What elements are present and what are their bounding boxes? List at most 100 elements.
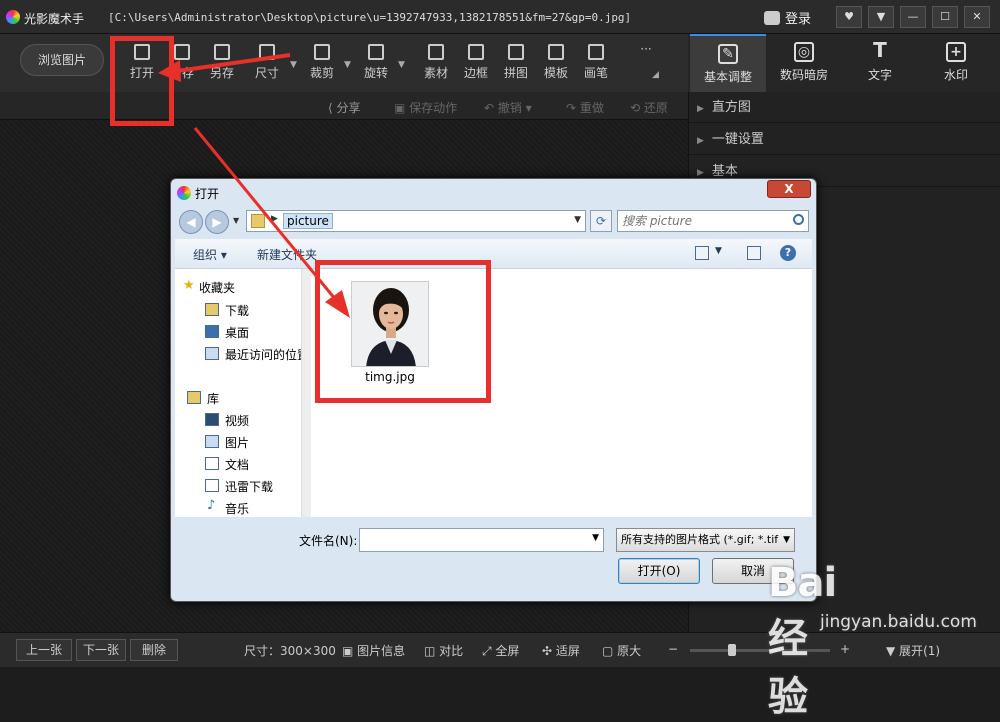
menu-button[interactable]: ▼	[868, 6, 894, 28]
tool-resize[interactable]: 尺寸	[247, 44, 287, 81]
nav-item-video[interactable]: 视频	[225, 412, 249, 429]
forward-button[interactable]: ▶	[205, 210, 229, 234]
nav-item-thunder[interactable]: 迅雷下载	[225, 478, 273, 495]
tool-brush[interactable]: 画笔	[576, 44, 616, 81]
pictures-icon	[205, 435, 219, 448]
tab-text[interactable]: T 文字	[842, 34, 918, 92]
darkroom-icon: ◎	[794, 42, 814, 62]
organize-menu[interactable]: 组织 ▾	[193, 246, 227, 263]
tab-watermark[interactable]: + 水印	[918, 34, 994, 92]
view-dropdown-icon[interactable]: ▼	[715, 246, 722, 256]
history-dropdown-icon[interactable]: ▼	[233, 216, 239, 225]
original-size-button[interactable]: ▢ 原大	[602, 642, 641, 659]
share-button[interactable]: ⟨ 分享	[328, 99, 361, 116]
nav-library[interactable]: 库	[207, 390, 219, 407]
nav-item-recent[interactable]: 最近访问的位置	[225, 346, 309, 363]
breadcrumb-picture[interactable]: picture	[283, 213, 333, 229]
restore-button[interactable]: ⟲ 还原	[630, 99, 668, 116]
command-bar: 组织 ▾ 新建文件夹 ▼ ?	[175, 239, 812, 269]
tab-darkroom[interactable]: ◎ 数码暗房	[766, 34, 842, 92]
address-dropdown-icon[interactable]: ▼	[574, 215, 581, 225]
save-icon	[174, 44, 190, 60]
panel-item-histogram[interactable]: ▶ 直方图	[689, 92, 1000, 123]
documents-icon	[205, 457, 219, 470]
favorites-star-icon: ★	[183, 278, 195, 293]
new-folder-button[interactable]: 新建文件夹	[257, 246, 317, 263]
tool-frame[interactable]: 边框	[456, 44, 496, 81]
prev-image-button[interactable]: 上一张	[16, 639, 72, 661]
minimize-button[interactable]: —	[900, 6, 926, 28]
chevron-right-icon: ▶	[271, 214, 278, 224]
fullscreen-button[interactable]: ⤢ 全屏	[482, 642, 519, 659]
view-mode-icon[interactable]	[695, 246, 709, 260]
text-icon: T	[873, 38, 887, 62]
filename-combobox[interactable]: ▼	[359, 528, 604, 552]
nav-item-pictures[interactable]: 图片	[225, 434, 249, 451]
bottom-bar: 上一张 下一张 删除 尺寸：300×300 ▣ 图片信息 ◫ 对比 ⤢ 全屏 ✣…	[0, 632, 1000, 667]
search-box[interactable]	[617, 210, 809, 232]
zoom-in-icon[interactable]: +	[840, 642, 850, 656]
browse-images-button[interactable]: 浏览图片	[20, 44, 104, 76]
delete-button[interactable]: 删除	[130, 639, 178, 661]
tool-crop[interactable]: 裁剪	[302, 44, 342, 81]
action-bar: ⟨ 分享 ▣ 保存动作 ↶ 撤销 ▾ ↷ 重做 ⟲ 还原	[0, 92, 688, 120]
address-bar[interactable]: ▶ picture ▼	[246, 210, 586, 232]
compare-button[interactable]: ◫ 对比	[424, 642, 463, 659]
recent-places-icon	[205, 347, 219, 360]
nav-favorites[interactable]: 收藏夹	[199, 279, 235, 296]
app-logo-icon	[6, 10, 20, 24]
nav-item-documents[interactable]: 文档	[225, 456, 249, 473]
maximize-button[interactable]: ☐	[932, 6, 958, 28]
login-button[interactable]: 登录	[764, 8, 811, 27]
rotate-dropdown-icon[interactable]: ▼	[398, 60, 405, 70]
resize-dropdown-icon[interactable]: ▼	[290, 60, 297, 70]
zoom-slider-handle[interactable]	[728, 644, 736, 656]
chevron-right-icon: ▶	[697, 136, 704, 146]
redo-button[interactable]: ↷ 重做	[566, 99, 604, 116]
zoom-out-icon[interactable]: −	[668, 642, 678, 656]
tool-template[interactable]: 模板	[536, 44, 576, 81]
close-button[interactable]: ✕	[964, 6, 990, 28]
main-toolbar: 浏览图片 打开 另存 另存 尺寸 ▼ 裁剪 ▼ 旋转 ▼ 素材 边框 拼图 模板…	[0, 34, 688, 92]
crop-dropdown-icon[interactable]: ▼	[344, 60, 351, 70]
expand-button[interactable]: ▼ 展开(1)	[886, 642, 940, 659]
tool-collage[interactable]: 拼图	[496, 44, 536, 81]
folder-icon	[251, 214, 265, 228]
filename-label: 文件名(N):	[299, 534, 358, 548]
file-path: [C:\Users\Administrator\Desktop\picture\…	[108, 11, 632, 24]
search-input[interactable]	[622, 212, 790, 230]
next-image-button[interactable]: 下一张	[76, 639, 126, 661]
tab-basic-adjust[interactable]: ✎ 基本调整	[690, 34, 766, 92]
back-button[interactable]: ◀	[179, 210, 203, 234]
filetype-select[interactable]: 所有支持的图片格式 (*.gif; *.tif ▼	[616, 528, 795, 552]
open-file-dialog: 打开 X ◀ ▶ ▼ ▶ picture ▼ ⟳ 组织 ▾ 新建文件夹 ▼ ? …	[170, 178, 817, 602]
open-button[interactable]: 打开(O)	[618, 558, 700, 584]
favorite-button[interactable]: ♥	[836, 6, 862, 28]
collage-icon	[508, 44, 524, 60]
more-expand-icon[interactable]: ◢	[652, 70, 659, 80]
help-icon[interactable]: ?	[780, 245, 796, 261]
filename-dropdown-icon[interactable]: ▼	[592, 533, 599, 543]
undo-button[interactable]: ↶ 撤销 ▾	[484, 99, 532, 116]
library-icon	[187, 391, 201, 404]
preview-pane-icon[interactable]	[747, 246, 761, 260]
more-tools-button[interactable]: ···	[626, 42, 666, 56]
template-icon	[548, 44, 564, 60]
dialog-close-button[interactable]: X	[767, 180, 811, 198]
dialog-app-icon	[177, 186, 191, 200]
image-info-button[interactable]: ▣ 图片信息	[342, 642, 405, 659]
tool-save-as[interactable]: 另存	[202, 44, 242, 81]
search-icon	[793, 214, 804, 225]
title-bar: 光影魔术手 [C:\Users\Administrator\Desktop\pi…	[0, 0, 1000, 34]
nav-scrollbar[interactable]	[301, 269, 311, 517]
nav-item-music[interactable]: 音乐	[225, 500, 249, 517]
fit-screen-button[interactable]: ✣ 适屏	[542, 642, 580, 659]
tool-material[interactable]: 素材	[416, 44, 456, 81]
refresh-button[interactable]: ⟳	[590, 210, 612, 232]
navigation-pane: ★ 收藏夹 下载 桌面 最近访问的位置 库 视频 图片 文档 迅雷下载 ♪ 音乐	[175, 269, 311, 517]
panel-item-one-click[interactable]: ▶ 一键设置	[689, 124, 1000, 155]
save-action-button[interactable]: ▣ 保存动作	[394, 99, 457, 116]
nav-item-desktop[interactable]: 桌面	[225, 324, 249, 341]
tool-rotate[interactable]: 旋转	[356, 44, 396, 81]
nav-item-download[interactable]: 下载	[225, 302, 249, 319]
